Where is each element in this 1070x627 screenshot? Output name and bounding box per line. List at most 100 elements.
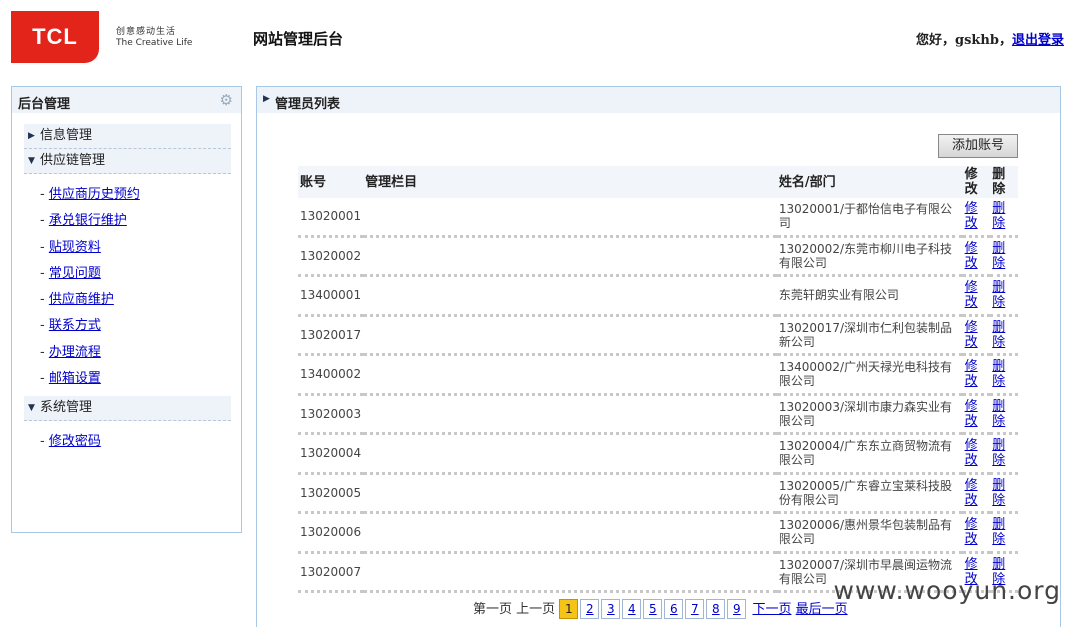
triangle-right-icon: ▶ [263, 94, 270, 104]
columns-cell [363, 394, 777, 435]
sidebar-item: - 供应商维护 [40, 292, 114, 308]
edit-link[interactable]: 修改 [965, 399, 978, 429]
sidebar-link-contact[interactable]: 联系方式 [49, 318, 101, 333]
sidebar-link-supplier-maintenance[interactable]: 供应商维护 [49, 292, 114, 307]
table-row: 13020017 13020017/深圳市仁利包装制品新公司 修改 删除 [298, 315, 1018, 356]
delete-link[interactable]: 删除 [992, 359, 1005, 389]
name-dept-cell: 13020017/深圳市仁利包装制品新公司 [776, 315, 963, 356]
delete-link[interactable]: 删除 [992, 241, 1005, 271]
name-dept-cell: 13020003/深圳市康力森实业有限公司 [776, 394, 963, 435]
delete-link[interactable]: 删除 [992, 280, 1005, 310]
sidebar-link-discount-docs[interactable]: 贴现资料 [49, 240, 101, 255]
edit-link[interactable]: 修改 [965, 517, 978, 547]
logout-link[interactable]: 退出登录 [1012, 33, 1064, 48]
delete-link[interactable]: 删除 [992, 517, 1005, 547]
sidebar-item: - 承兑银行维护 [40, 213, 127, 229]
edit-link[interactable]: 修改 [965, 359, 978, 389]
page-1-current: 1 [559, 599, 579, 619]
page-link-5[interactable]: 5 [643, 599, 663, 619]
delete-link[interactable]: 删除 [992, 478, 1005, 508]
pager-next[interactable]: 下一页 [752, 602, 791, 617]
columns-cell [363, 275, 777, 317]
page-link-8[interactable]: 8 [706, 599, 726, 619]
table-row: 13020002 13020002/东莞市柳川电子科技有限公司 修改 删除 [298, 236, 1018, 277]
col-edit: 修改 [962, 166, 991, 198]
page-link-2[interactable]: 2 [580, 599, 600, 619]
delete-link[interactable]: 删除 [992, 438, 1005, 468]
edit-link[interactable]: 修改 [965, 438, 978, 468]
account-cell: 13020006 [298, 512, 364, 554]
pager-prev: 上一页 [516, 602, 556, 617]
edit-link[interactable]: 修改 [965, 280, 978, 310]
name-dept-cell: 13020002/东莞市柳川电子科技有限公司 [776, 236, 963, 277]
add-account-button[interactable]: 添加账号 [938, 134, 1018, 158]
sidebar-link-change-password[interactable]: 修改密码 [49, 434, 101, 449]
table-row: 13020004 13020004/广东东立商贸物流有限公司 修改 删除 [298, 433, 1018, 475]
system-items: - 修改密码 [12, 421, 241, 459]
page-link-4[interactable]: 4 [622, 599, 642, 619]
edit-link[interactable]: 修改 [965, 478, 978, 508]
sidebar-item: - 常见问题 [40, 265, 101, 281]
name-dept-cell: 13020005/广东睿立宝莱科技股份有限公司 [776, 473, 963, 514]
account-cell: 13400002 [298, 354, 364, 396]
sidebar-section-system[interactable]: ▼ 系统管理 [24, 396, 231, 422]
edit-link[interactable]: 修改 [965, 201, 978, 231]
edit-link[interactable]: 修改 [965, 241, 978, 271]
gear-icon[interactable]: ⚙ [220, 91, 233, 109]
sidebar-item: - 联系方式 [40, 318, 101, 334]
username: gskhb [955, 33, 999, 48]
page-link-3[interactable]: 3 [601, 599, 621, 619]
name-dept-cell: 东莞轩朗实业有限公司 [776, 275, 963, 317]
delete-link[interactable]: 删除 [992, 399, 1005, 429]
account-cell: 13020007 [298, 552, 364, 593]
sidebar-item: - 邮箱设置 [40, 371, 101, 387]
page-link-6[interactable]: 6 [664, 599, 684, 619]
edit-link[interactable]: 修改 [965, 320, 978, 350]
account-cell: 13020005 [298, 473, 364, 514]
col-delete: 删除 [990, 166, 1018, 198]
section-label: 信息管理 [40, 128, 93, 143]
columns-cell [363, 433, 777, 475]
page-link-7[interactable]: 7 [685, 599, 705, 619]
columns-cell [363, 198, 777, 238]
sidebar-link-process[interactable]: 办理流程 [49, 345, 101, 360]
columns-cell [363, 236, 777, 277]
main-panel: ▶ 管理员列表 添加账号 账号 管理栏目 姓名/部门 修改 删除 1302000… [256, 86, 1061, 627]
watermark: www.wooyun.org [833, 576, 1061, 605]
triangle-down-icon: ▼ [28, 403, 35, 414]
sidebar-link-faq[interactable]: 常见问题 [49, 266, 101, 281]
sidebar-link-bank-maintenance[interactable]: 承兑银行维护 [49, 213, 127, 228]
columns-cell [363, 552, 777, 593]
account-cell: 13020001 [298, 198, 364, 238]
sidebar-section-supply-chain[interactable]: ▼ 供应链管理 [24, 149, 231, 174]
col-columns: 管理栏目 [363, 166, 777, 198]
delete-link[interactable]: 删除 [992, 201, 1005, 231]
sidebar-item: - 办理流程 [40, 344, 101, 360]
account-cell: 13020004 [298, 433, 364, 475]
main-header: ▶ 管理员列表 [257, 87, 1060, 113]
user-bar: 您好，gskhb，退出登录 [916, 29, 1064, 48]
columns-cell [363, 354, 777, 396]
name-dept-cell: 13020004/广东东立商贸物流有限公司 [776, 433, 963, 475]
triangle-right-icon: ▶ [28, 131, 35, 141]
sidebar-section-info[interactable]: ▶ 信息管理 [24, 124, 231, 149]
sidebar-item: - 供应商历史预约 [40, 187, 140, 202]
page-link-9[interactable]: 9 [727, 599, 747, 619]
sidebar: 后台管理 ⚙ ▶ 信息管理 ▼ 供应链管理 - 供应商历史预约 - 承兑银行维护… [11, 86, 242, 533]
table-row: 13020001 13020001/于都怡信电子有限公司 修改 删除 [298, 198, 1018, 238]
sidebar-header: 后台管理 ⚙ [12, 87, 241, 114]
table-row: 13020003 13020003/深圳市康力森实业有限公司 修改 删除 [298, 394, 1018, 435]
greeting: 您好， [915, 33, 955, 48]
sidebar-link-mail-settings[interactable]: 邮箱设置 [49, 371, 101, 386]
slogan-en: The Creative Life [116, 38, 193, 48]
table-row: 13400002 13400002/广州天禄光电科技有限公司 修改 删除 [298, 354, 1018, 396]
delete-link[interactable]: 删除 [992, 320, 1005, 350]
table-row: 13400001 东莞轩朗实业有限公司 修改 删除 [298, 275, 1018, 317]
sidebar-item: - 贴现资料 [40, 239, 101, 255]
admin-table: 账号 管理栏目 姓名/部门 修改 删除 13020001 13020001/于都怡… [298, 166, 1018, 593]
pager-first: 第一页 [473, 602, 513, 617]
pagination: 第一页 上一页 123456789 下一页 最后一页 [473, 598, 848, 619]
section-label: 供应链管理 [40, 153, 106, 168]
account-cell: 13020002 [298, 236, 364, 277]
sidebar-link-supplier-history[interactable]: 供应商历史预约 [49, 187, 140, 202]
